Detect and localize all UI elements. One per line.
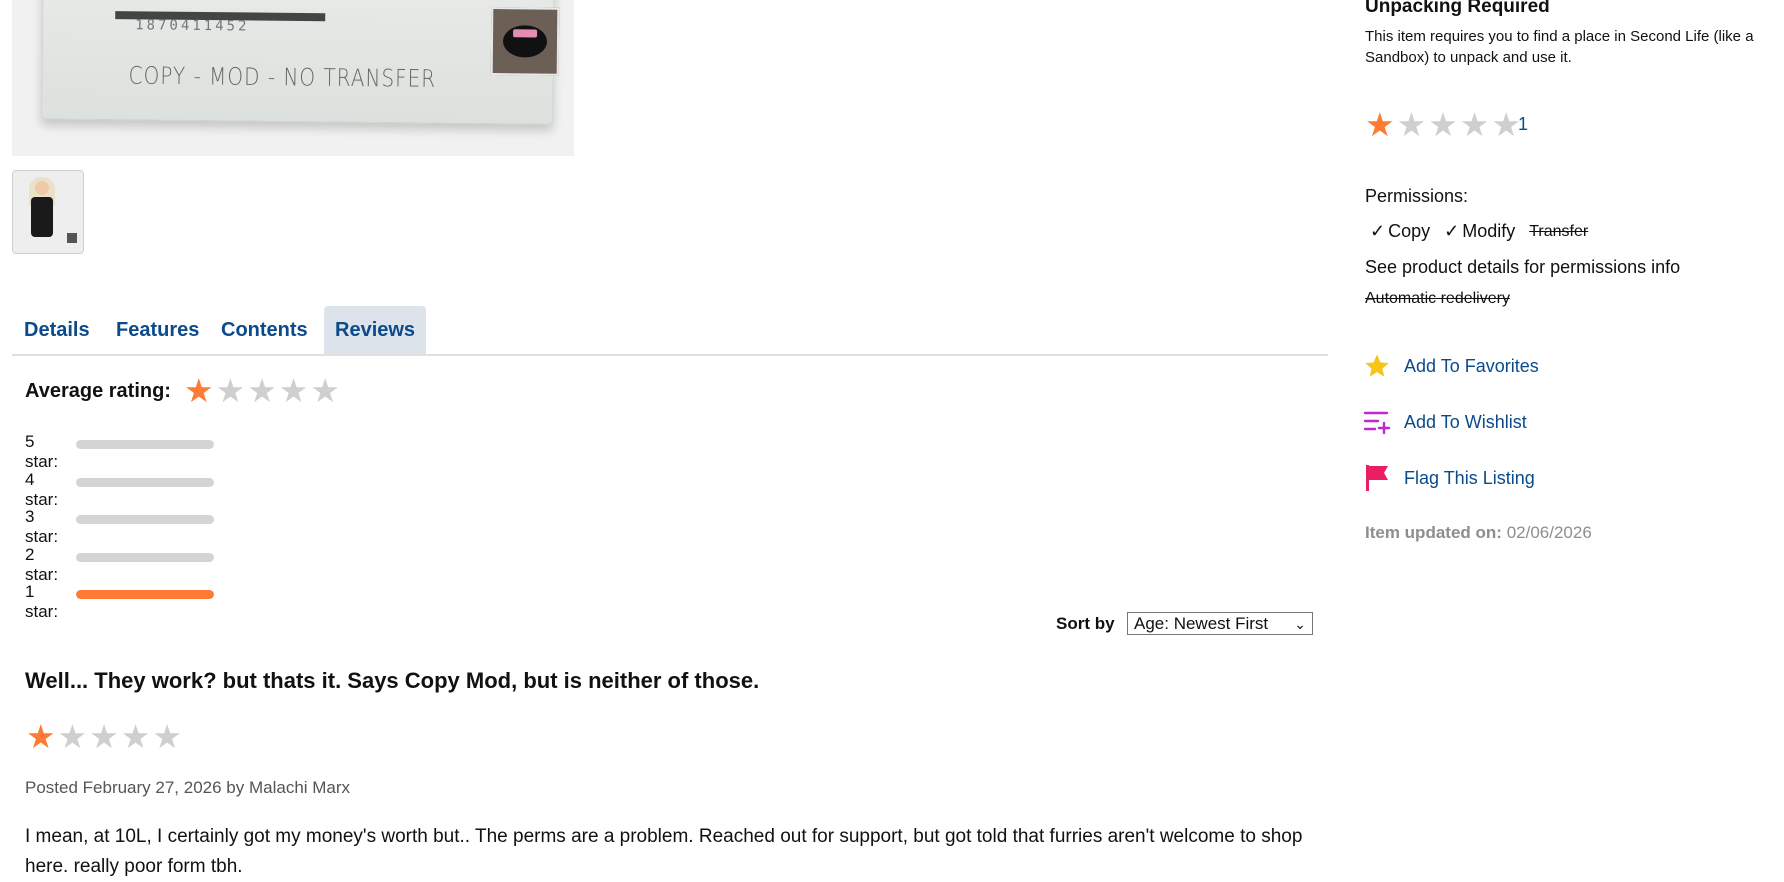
star-empty-icon: ★ [247,372,277,409]
product-box-graphic: 1870411452 COPY - MOD - NO TRANSFER [41,0,560,125]
distribution-bar [76,478,214,487]
sort-select[interactable]: Age: Newest First ⌄ [1127,612,1313,635]
sort-selected-value: Age: Newest First [1134,614,1269,633]
add-to-favorites-button[interactable]: Add To Favorites [1362,351,1539,381]
product-tabs: Details Features Contents Reviews [12,306,1328,356]
permissions-info: See product details for permissions info [1365,257,1681,277]
star-filled-icon: ★ [1365,106,1395,143]
add-to-wishlist-label: Add To Wishlist [1404,411,1527,432]
automatic-redelivery: Automatic redelivery [1365,290,1510,307]
review-meta: Posted February 27, 2026 by Malachi Marx [25,778,351,797]
review-title: Well... They work? but thats it. Says Co… [25,668,760,693]
distribution-label: 3 star: [25,507,59,546]
perm-modify-label: Modify [1462,221,1516,241]
distribution-label: 5 star: [25,432,59,471]
sort-label: Sort by [1056,614,1115,633]
star-empty-icon: ★ [1459,106,1490,143]
star-empty-icon: ★ [120,718,151,755]
distribution-bar-fill [76,590,214,599]
distribution-bar [76,553,214,562]
perm-modify: ✓ Modify [1444,221,1515,242]
unpacking-title: Unpacking Required [1365,0,1550,17]
star-filled-icon: ★ [26,718,56,755]
rating-count-link[interactable]: 1 [1518,114,1528,135]
average-rating-stars: ★ ★ ★ ★ ★ [184,374,340,407]
distribution-bar [76,440,214,449]
star-empty-icon: ★ [57,718,88,755]
perm-transfer: Transfer [1529,222,1589,240]
add-to-wishlist-button[interactable]: Add To Wishlist [1362,407,1527,437]
star-empty-icon: ★ [215,372,246,409]
item-updated-label: Item updated on: [1365,523,1502,542]
star-empty-icon: ★ [310,372,340,409]
unpacking-text: This item requires you to find a place i… [1365,28,1754,66]
star-empty-icon: ★ [89,718,119,755]
brand-logo [490,7,560,76]
distribution-label: 1 star: [25,582,59,621]
check-icon: ✓ [1370,221,1386,241]
star-empty-icon: ★ [1428,106,1458,143]
wishlist-add-icon [1362,407,1392,437]
permissions-row: ✓ Copy ✓ Modify Transfer [1370,221,1588,242]
star-empty-icon: ★ [152,718,182,755]
check-icon: ✓ [1444,221,1460,241]
permission-stamp-text: COPY - MOD - NO TRANSFER [128,60,437,93]
flag-listing-button[interactable]: Flag This Listing [1362,463,1535,493]
tab-features[interactable]: Features [104,306,211,354]
star-filled-icon: ★ [184,372,214,409]
permissions-label: Permissions: [1365,186,1469,206]
perm-copy: ✓ Copy [1370,221,1430,242]
star-empty-icon: ★ [1491,106,1521,143]
barcode-number: 1870411452 [135,17,250,35]
review-body: I mean, at 10L, I certainly got my money… [25,826,1303,877]
perm-copy-label: Copy [1388,221,1431,241]
item-updated: Item updated on: 02/06/2026 [1365,523,1592,543]
tab-details[interactable]: Details [12,306,102,354]
star-icon [1362,351,1392,381]
distribution-label: 2 star: [25,545,59,584]
tab-reviews[interactable]: Reviews [324,306,426,354]
sidebar-rating-stars: ★ ★ ★ ★ ★ [1365,108,1521,141]
average-rating-label: Average rating: [25,380,171,402]
review-stars: ★ ★ ★ ★ ★ [26,720,182,753]
item-updated-date: 02/06/2026 [1506,523,1592,542]
tab-contents[interactable]: Contents [209,306,320,354]
distribution-bar [76,590,214,599]
flag-icon [1362,463,1392,493]
distribution-label: 4 star: [25,470,59,509]
product-thumbnail[interactable] [12,170,84,254]
add-to-favorites-label: Add To Favorites [1404,355,1539,376]
product-main-image[interactable]: 1870411452 COPY - MOD - NO TRANSFER [12,0,574,156]
star-empty-icon: ★ [1396,106,1427,143]
flag-listing-label: Flag This Listing [1404,467,1535,488]
star-empty-icon: ★ [278,372,309,409]
chevron-down-icon: ⌄ [1294,616,1306,632]
distribution-bar [76,515,214,524]
